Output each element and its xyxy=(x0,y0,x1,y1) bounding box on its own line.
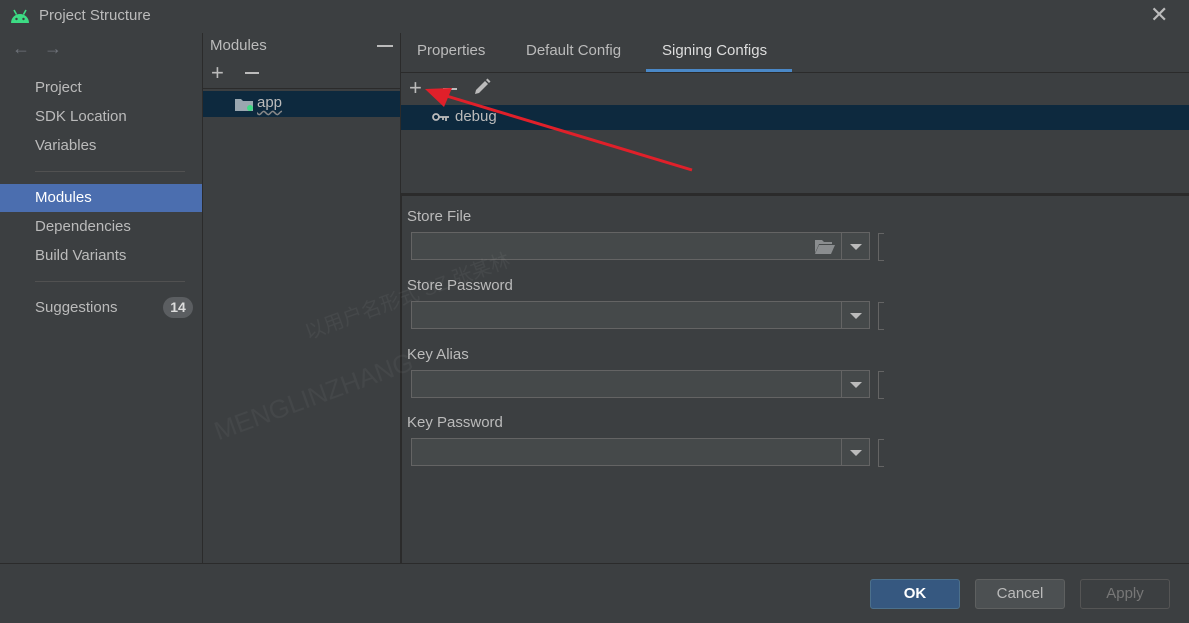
sidebar-item-variables[interactable]: Variables xyxy=(0,132,202,160)
sidebar-item-modules[interactable]: Modules xyxy=(0,184,202,212)
module-label: app xyxy=(257,94,283,111)
key-password-label: Key Password xyxy=(407,414,503,431)
modules-divider xyxy=(203,88,400,89)
apply-button[interactable]: Apply xyxy=(1080,579,1170,609)
arrow-left-icon[interactable]: ← xyxy=(12,38,44,58)
key-password-extra-button[interactable] xyxy=(878,439,884,467)
tab-default-config[interactable]: Default Config xyxy=(526,42,621,59)
sidebar-divider xyxy=(35,281,185,282)
ok-button[interactable]: OK xyxy=(870,579,960,609)
active-tab-indicator xyxy=(646,69,792,72)
key-alias-dropdown[interactable] xyxy=(842,370,870,398)
store-file-extra-button[interactable] xyxy=(878,233,884,261)
sidebar-divider xyxy=(35,171,185,172)
key-password-field[interactable] xyxy=(411,438,842,466)
arrow-right-icon[interactable]: → xyxy=(44,38,76,58)
cancel-button[interactable]: Cancel xyxy=(975,579,1065,609)
close-icon[interactable]: ✕ xyxy=(1150,4,1170,27)
store-password-extra-button[interactable] xyxy=(878,302,884,330)
remove-signing-config-icon[interactable] xyxy=(443,88,457,90)
collapse-icon[interactable] xyxy=(377,45,393,47)
android-icon xyxy=(11,9,29,23)
tab-bar xyxy=(401,33,1189,73)
store-password-dropdown[interactable] xyxy=(842,301,870,329)
store-file-label: Store File xyxy=(407,208,472,225)
key-alias-field[interactable] xyxy=(411,370,842,398)
signing-config-label: debug xyxy=(455,108,497,125)
store-password-field[interactable] xyxy=(411,301,842,329)
tab-properties[interactable]: Properties xyxy=(417,42,485,59)
key-alias-extra-button[interactable] xyxy=(878,371,884,399)
add-signing-config-icon[interactable]: + xyxy=(409,76,422,100)
key-icon xyxy=(432,113,449,121)
key-password-dropdown[interactable] xyxy=(842,438,870,466)
sidebar-item-project[interactable]: Project xyxy=(0,74,202,102)
tab-signing-configs[interactable]: Signing Configs xyxy=(662,42,767,59)
sidebar-item-sdk-location[interactable]: SDK Location xyxy=(0,103,202,131)
suggestions-count-badge: 14 xyxy=(163,297,193,318)
modules-header: Modules xyxy=(210,37,267,54)
key-alias-label: Key Alias xyxy=(407,346,469,363)
history-nav: ←→ xyxy=(12,38,76,59)
pencil-icon[interactable] xyxy=(473,78,491,96)
sidebar-item-build-variants[interactable]: Build Variants xyxy=(0,242,202,270)
title-bar xyxy=(0,0,1189,33)
sidebar-item-dependencies[interactable]: Dependencies xyxy=(0,213,202,241)
store-file-dropdown[interactable] xyxy=(842,232,870,260)
add-module-icon[interactable]: + xyxy=(211,61,224,85)
remove-module-icon[interactable] xyxy=(245,72,259,74)
window-title: Project Structure xyxy=(39,7,151,24)
folder-open-icon[interactable] xyxy=(815,239,835,254)
signing-config-list-item[interactable] xyxy=(401,105,1189,130)
module-list-item[interactable] xyxy=(203,91,400,117)
module-folder-icon xyxy=(235,99,253,111)
